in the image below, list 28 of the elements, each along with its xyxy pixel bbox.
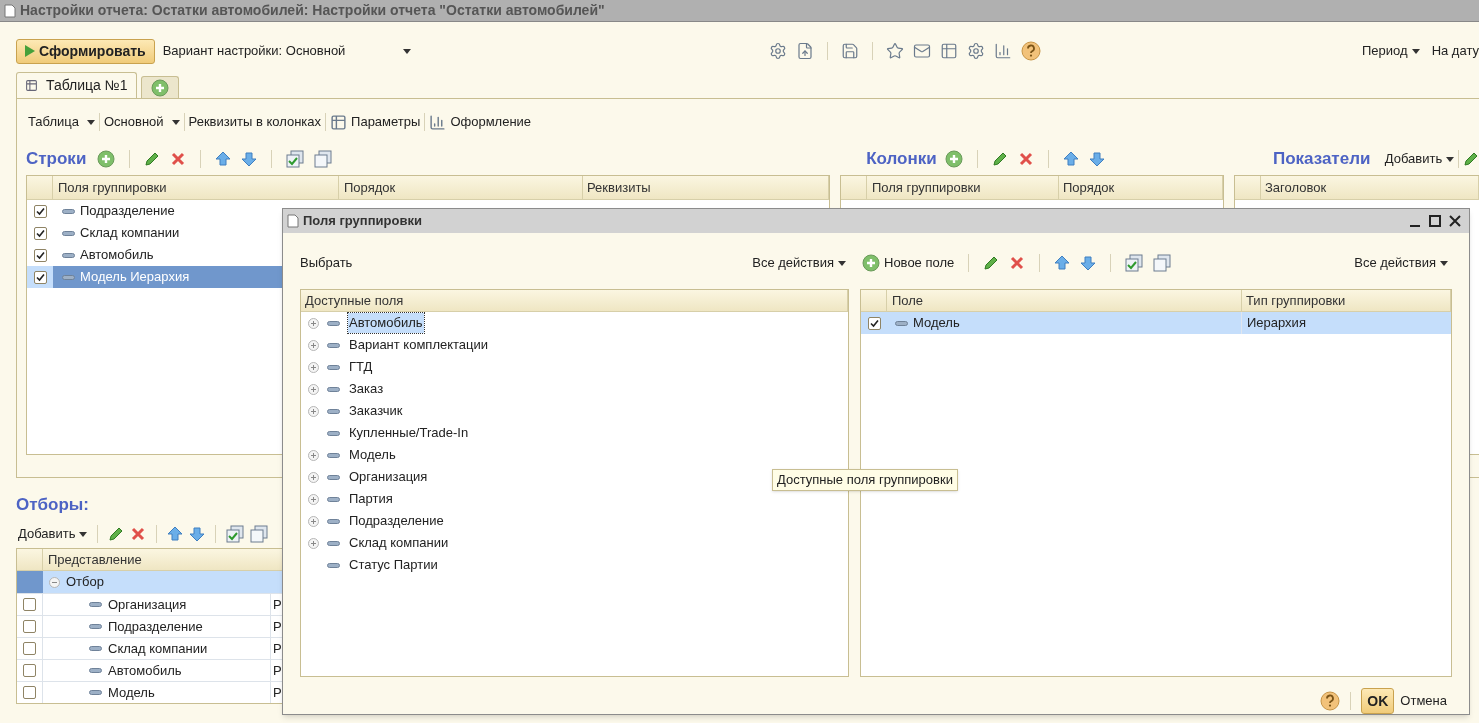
- section-title: Колонки: [866, 148, 938, 171]
- column-header: Порядок: [1059, 176, 1223, 199]
- table-cell: Автомобиль: [43, 660, 271, 681]
- column-header: Поля группировки: [53, 176, 339, 199]
- table-cell: Организация: [43, 594, 271, 615]
- table-cell: Модель: [43, 682, 271, 703]
- table-cell: Отбор: [43, 572, 104, 592]
- table-cell-text: Р: [272, 683, 283, 702]
- tooltip: Доступные поля группировки: [772, 469, 958, 491]
- section-title: Показатели: [1272, 148, 1372, 171]
- column-header: Заголовок: [1261, 176, 1479, 199]
- column-header: Реквизиты: [583, 176, 829, 199]
- section-title: Строки: [26, 148, 88, 171]
- window-title: Настройки отчета: Остатки автомобилей: Настройки отчета "Остатки автомобилей": [20, 1, 605, 20]
- table-cell-text: Р: [272, 639, 283, 658]
- table-cell-text: Р: [272, 617, 283, 636]
- column-header: Порядок: [339, 176, 583, 199]
- column-header: Доступные поля: [301, 290, 848, 311]
- column-header: Тип группировки: [1242, 290, 1451, 311]
- column-header: Поля группировки: [867, 176, 1059, 199]
- table-cell: Подразделение: [43, 616, 271, 637]
- table-cell-text: Р: [272, 661, 283, 680]
- table-cell-text: Р: [272, 595, 283, 614]
- table-cell-text: Иерархия: [1246, 314, 1307, 333]
- table-cell: Склад компании: [43, 638, 271, 659]
- table-cell: Модель: [887, 312, 1242, 334]
- section-title: Отборы:: [16, 494, 89, 516]
- column-header: Поле: [887, 290, 1242, 311]
